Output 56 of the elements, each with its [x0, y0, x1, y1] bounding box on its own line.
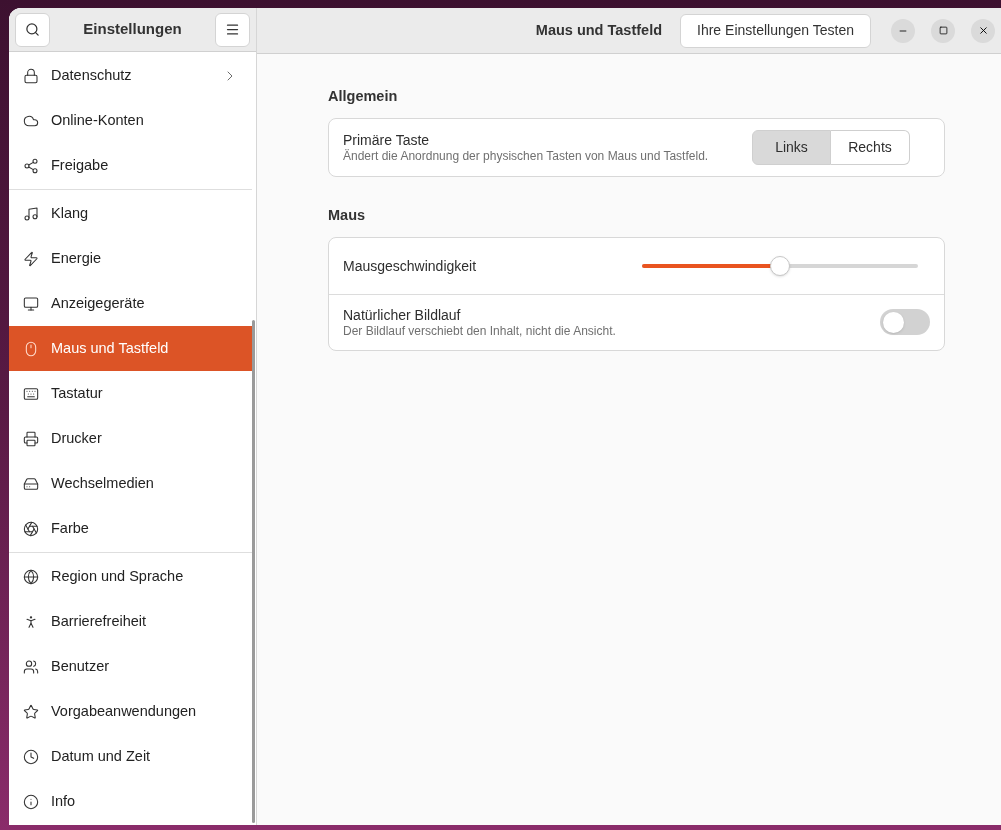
sidebar-item[interactable]: Barrierefreiheit [9, 599, 252, 644]
sidebar-item[interactable]: Energie [9, 236, 252, 281]
mouse-icon [23, 340, 39, 357]
page-title: Maus und Tastfeld [535, 20, 663, 40]
sidebar-item[interactable]: Datum und Zeit [9, 734, 252, 779]
sidebar-item[interactable]: Klang [9, 191, 252, 236]
sidebar-item[interactable]: Region und Sprache [9, 554, 252, 599]
section-heading: Maus [328, 205, 367, 225]
sidebar-title: Einstellungen [83, 19, 182, 40]
star-icon [23, 703, 39, 720]
sidebar-item[interactable]: Datenschutz [9, 53, 252, 98]
setting-label: Primäre Taste [343, 130, 431, 149]
globe-icon [23, 568, 39, 585]
lightning-icon [23, 250, 39, 267]
section-heading: Allgemein [328, 87, 399, 106]
menu-icon [225, 22, 240, 37]
drive-icon [23, 475, 39, 492]
speed-slider[interactable] [642, 255, 918, 276]
search-icon [25, 22, 40, 37]
setting-label: Mausgeschwindigkeit [343, 256, 477, 275]
info-icon [23, 793, 39, 810]
sidebar-item[interactable]: Drucker [9, 416, 252, 461]
printer-icon [23, 430, 39, 447]
sidebar-item[interactable]: Wechselmedien [9, 461, 252, 506]
segment-button[interactable]: Links [752, 129, 831, 165]
slider-thumb[interactable] [770, 255, 790, 276]
menu-button[interactable] [215, 12, 250, 47]
maximize-icon [938, 26, 948, 35]
sidebar-item[interactable]: Benutzer [9, 644, 252, 689]
sidebar-item[interactable]: Info [9, 779, 252, 824]
monitor-icon [23, 295, 39, 312]
person-icon [23, 613, 39, 630]
users-icon [23, 658, 39, 675]
music-note-icon [23, 205, 39, 222]
test-settings-button[interactable]: Ihre Einstellungen Testen [680, 13, 871, 48]
sidebar-item[interactable]: Freigabe [9, 143, 252, 188]
share-icon [23, 157, 39, 174]
sidebar-item[interactable]: Maus und Tastfeld [9, 326, 252, 371]
sidebar-item[interactable]: Online-Konten [9, 98, 252, 143]
setting-label: Natürlicher Bildlauf [343, 305, 462, 324]
sidebar-item[interactable]: Farbe [9, 506, 252, 551]
close-icon [977, 25, 989, 36]
maximize-button[interactable] [931, 18, 955, 43]
lock-icon [23, 67, 39, 84]
setting-description: Der Bildlauf verschiebt den Inhalt, nicht die Ansicht. [343, 323, 616, 339]
sidebar-item[interactable]: Vorgabeanwendungen [9, 689, 252, 734]
sidebar-item[interactable]: Tastatur [9, 371, 252, 416]
segment-button[interactable]: Rechts [831, 129, 910, 165]
search-button[interactable] [15, 12, 50, 47]
close-button[interactable] [971, 18, 995, 43]
clock-icon [23, 748, 39, 765]
aperture-icon [23, 520, 39, 537]
sidebar-item[interactable]: Anzeigegeräte [9, 281, 252, 326]
toggle-switch[interactable] [880, 309, 930, 335]
keyboard-icon [23, 385, 39, 402]
setting-description: Ändert die Anordnung der physischen Tasten von Maus und Tastfeld. [343, 148, 709, 164]
